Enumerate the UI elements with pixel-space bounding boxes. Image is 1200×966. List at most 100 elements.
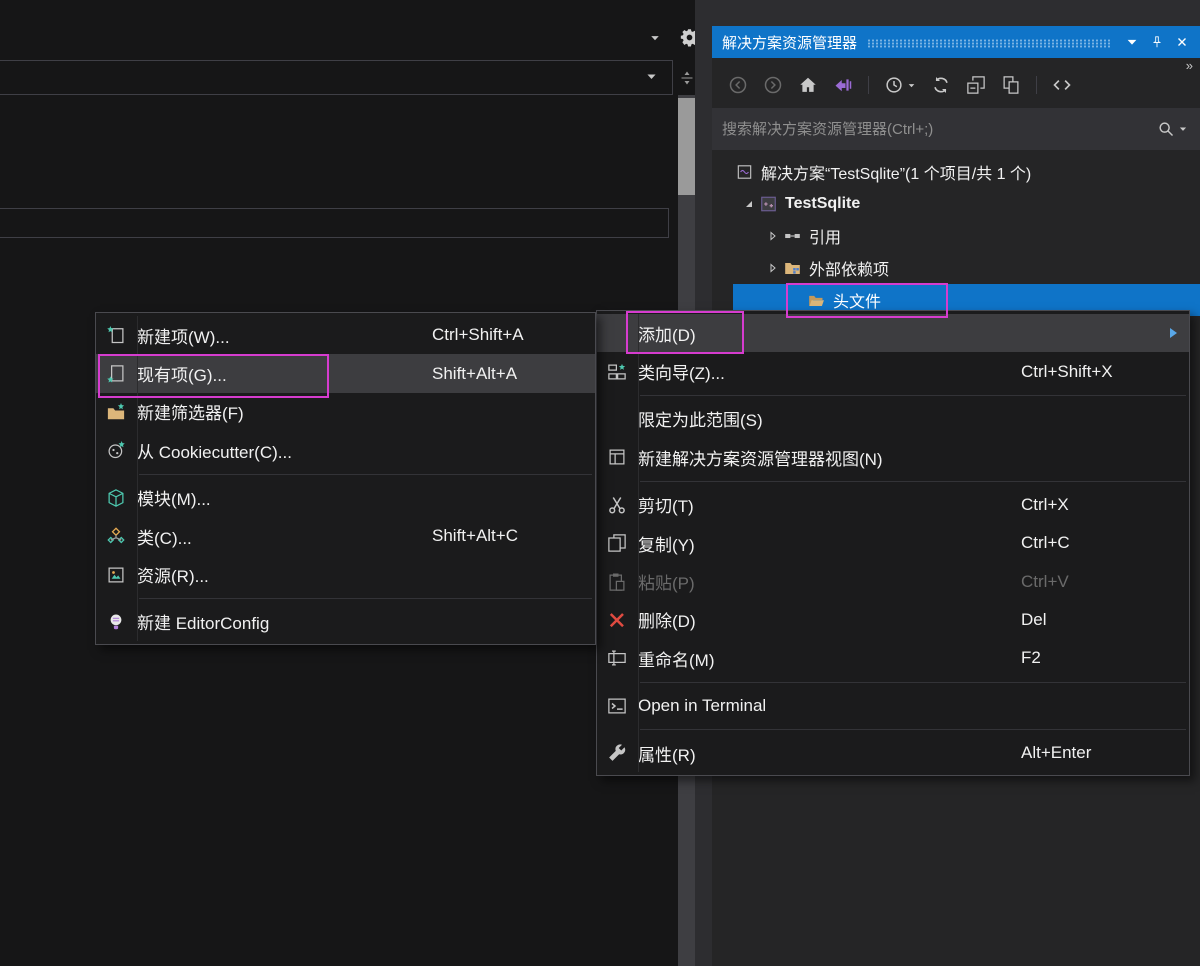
menu-separator	[640, 728, 1186, 730]
resource-icon	[105, 565, 127, 585]
class-icon	[105, 526, 127, 546]
pending-changes-icon[interactable]	[884, 75, 916, 95]
menu-item-label: 剪切(T)	[638, 497, 694, 517]
menu-item-rename[interactable]: 重命名(M) F2	[597, 639, 1189, 677]
menu-item-class-wizard[interactable]: 类向导(Z)... Ctrl+Shift+X	[597, 352, 1189, 390]
menu-item-new-solution-explorer-view[interactable]: 新建解决方案资源管理器视图(N)	[597, 438, 1189, 476]
new-item-icon	[105, 325, 127, 345]
menu-item-delete[interactable]: 删除(D) Del	[597, 601, 1189, 639]
scrollbar-split-handle[interactable]	[679, 66, 695, 90]
menu-item-shortcut: Ctrl+V	[1021, 571, 1069, 591]
menu-item-shortcut: F2	[1021, 648, 1041, 668]
copy-icon	[606, 533, 628, 553]
chevron-down-icon[interactable]	[648, 32, 662, 44]
menu-item-shortcut: Shift+Alt+C	[432, 526, 518, 546]
menu-item-label: 粘贴(P)	[638, 574, 695, 594]
scrollbar-thumb[interactable]	[678, 98, 695, 195]
menu-item-label: 复制(Y)	[638, 535, 695, 555]
editorconfig-icon	[105, 612, 127, 632]
wrench-icon	[606, 743, 628, 763]
menu-item-label: 新建解决方案资源管理器视图(N)	[638, 449, 883, 469]
menu-item-shortcut: Ctrl+C	[1021, 533, 1070, 553]
tree-item-solution[interactable]: 解决方案“TestSqlite”(1 个项目/共 1 个)	[712, 156, 1200, 188]
close-icon[interactable]	[1169, 30, 1194, 54]
paste-icon	[606, 572, 628, 592]
tree-item-label: 引用	[809, 230, 842, 247]
cookiecutter-icon	[105, 440, 127, 460]
toolbar-overflow-chevron[interactable]: »	[1186, 58, 1193, 73]
new-filter-icon	[105, 402, 127, 422]
collapse-all-icon[interactable]	[966, 75, 986, 95]
new-view-icon	[606, 447, 628, 467]
folder-deps-icon	[783, 259, 802, 277]
titlebar-drag-texture	[867, 38, 1111, 48]
menu-item-shortcut: Del	[1021, 609, 1047, 629]
menu-item-new-filter[interactable]: 新建筛选器(F)	[96, 393, 595, 431]
menu-item-from-cookiecutter[interactable]: 从 Cookiecutter(C)...	[96, 431, 595, 469]
menu-item-paste[interactable]: 粘贴(P) Ctrl+V	[597, 562, 1189, 600]
module-icon	[105, 488, 127, 508]
solution-icon	[735, 163, 754, 181]
view-code-icon[interactable]	[1052, 75, 1072, 95]
home-icon[interactable]	[798, 75, 818, 95]
menu-item-label: 模块(M)...	[137, 490, 211, 510]
project-cpp-icon	[759, 195, 778, 213]
back-icon[interactable]	[728, 75, 748, 95]
search-input[interactable]	[712, 120, 1157, 138]
menu-item-new-editorconfig[interactable]: 新建 EditorConfig	[96, 603, 595, 641]
chevron-down-icon[interactable]	[645, 70, 658, 83]
menu-separator	[640, 681, 1186, 683]
search-box	[712, 108, 1200, 150]
menu-item-label: 从 Cookiecutter(C)...	[137, 442, 292, 462]
delete-icon	[606, 610, 628, 630]
menu-icon-spacer	[606, 409, 628, 429]
tree-item-label: 外部依赖项	[809, 262, 890, 279]
pin-icon[interactable]	[1144, 30, 1169, 54]
preview-selected-icon[interactable]	[1001, 75, 1021, 95]
expander-collapsed-icon[interactable]	[764, 260, 782, 276]
menu-separator	[640, 394, 1186, 396]
submenu-arrow-icon	[1170, 328, 1177, 339]
menu-item-shortcut: Ctrl+Shift+A	[432, 325, 524, 345]
search-icon[interactable]	[1157, 120, 1175, 138]
menu-item-label: 类(C)...	[137, 528, 192, 548]
menu-item-open-in-terminal[interactable]: Open in Terminal	[597, 687, 1189, 725]
menu-item-copy[interactable]: 复制(Y) Ctrl+C	[597, 524, 1189, 562]
class-wizard-icon	[606, 362, 628, 382]
menu-item-shortcut: Alt+Enter	[1021, 743, 1092, 763]
solution-explorer-toolbar: »	[712, 58, 1200, 108]
chevron-down-icon[interactable]	[1178, 124, 1188, 134]
editor-collapsed-bar-mid	[0, 208, 669, 238]
tree-item-external-dependencies[interactable]: 外部依赖项	[712, 252, 1200, 284]
menu-item-shortcut: Ctrl+Shift+X	[1021, 361, 1113, 381]
annotation-box-existing-item	[98, 354, 329, 398]
menu-item-module[interactable]: 模块(M)...	[96, 479, 595, 517]
sync-active-document-icon[interactable]	[833, 75, 853, 95]
forward-icon[interactable]	[763, 75, 783, 95]
menu-item-label: 删除(D)	[638, 612, 696, 632]
solution-explorer-titlebar[interactable]: 解决方案资源管理器	[712, 26, 1200, 58]
tree-item-project-testsqlite[interactable]: TestSqlite	[712, 188, 1200, 220]
menu-item-scope-to-this[interactable]: 限定为此范围(S)	[597, 400, 1189, 438]
expander-expanded-icon[interactable]	[740, 196, 758, 212]
menu-item-label: 新建 EditorConfig	[137, 614, 270, 634]
window-position-chevron-icon[interactable]	[1119, 30, 1144, 54]
editor-collapsed-bar-top	[0, 60, 673, 95]
toolbar-separator	[868, 76, 869, 94]
menu-item-resource[interactable]: 资源(R)...	[96, 555, 595, 593]
menu-item-label: Open in Terminal	[638, 695, 767, 715]
menu-item-label: 类向导(Z)...	[638, 364, 725, 384]
expander-collapsed-icon[interactable]	[764, 228, 782, 244]
terminal-icon	[606, 696, 628, 716]
menu-item-class[interactable]: 类(C)... Shift+Alt+C	[96, 517, 595, 555]
menu-item-shortcut: Shift+Alt+A	[432, 363, 518, 383]
tree-item-label: 解决方案“TestSqlite”(1 个项目/共 1 个)	[761, 166, 1032, 183]
menu-item-cut[interactable]: 剪切(T) Ctrl+X	[597, 486, 1189, 524]
tree-item-references[interactable]: 引用	[712, 220, 1200, 252]
menu-item-properties[interactable]: 属性(R) Alt+Enter	[597, 734, 1189, 772]
menu-item-new-item[interactable]: 新建项(W)... Ctrl+Shift+A	[96, 316, 595, 354]
refresh-icon[interactable]	[931, 75, 951, 95]
menu-icon-spacer	[606, 323, 628, 343]
tree-item-label: TestSqlite	[785, 195, 861, 212]
